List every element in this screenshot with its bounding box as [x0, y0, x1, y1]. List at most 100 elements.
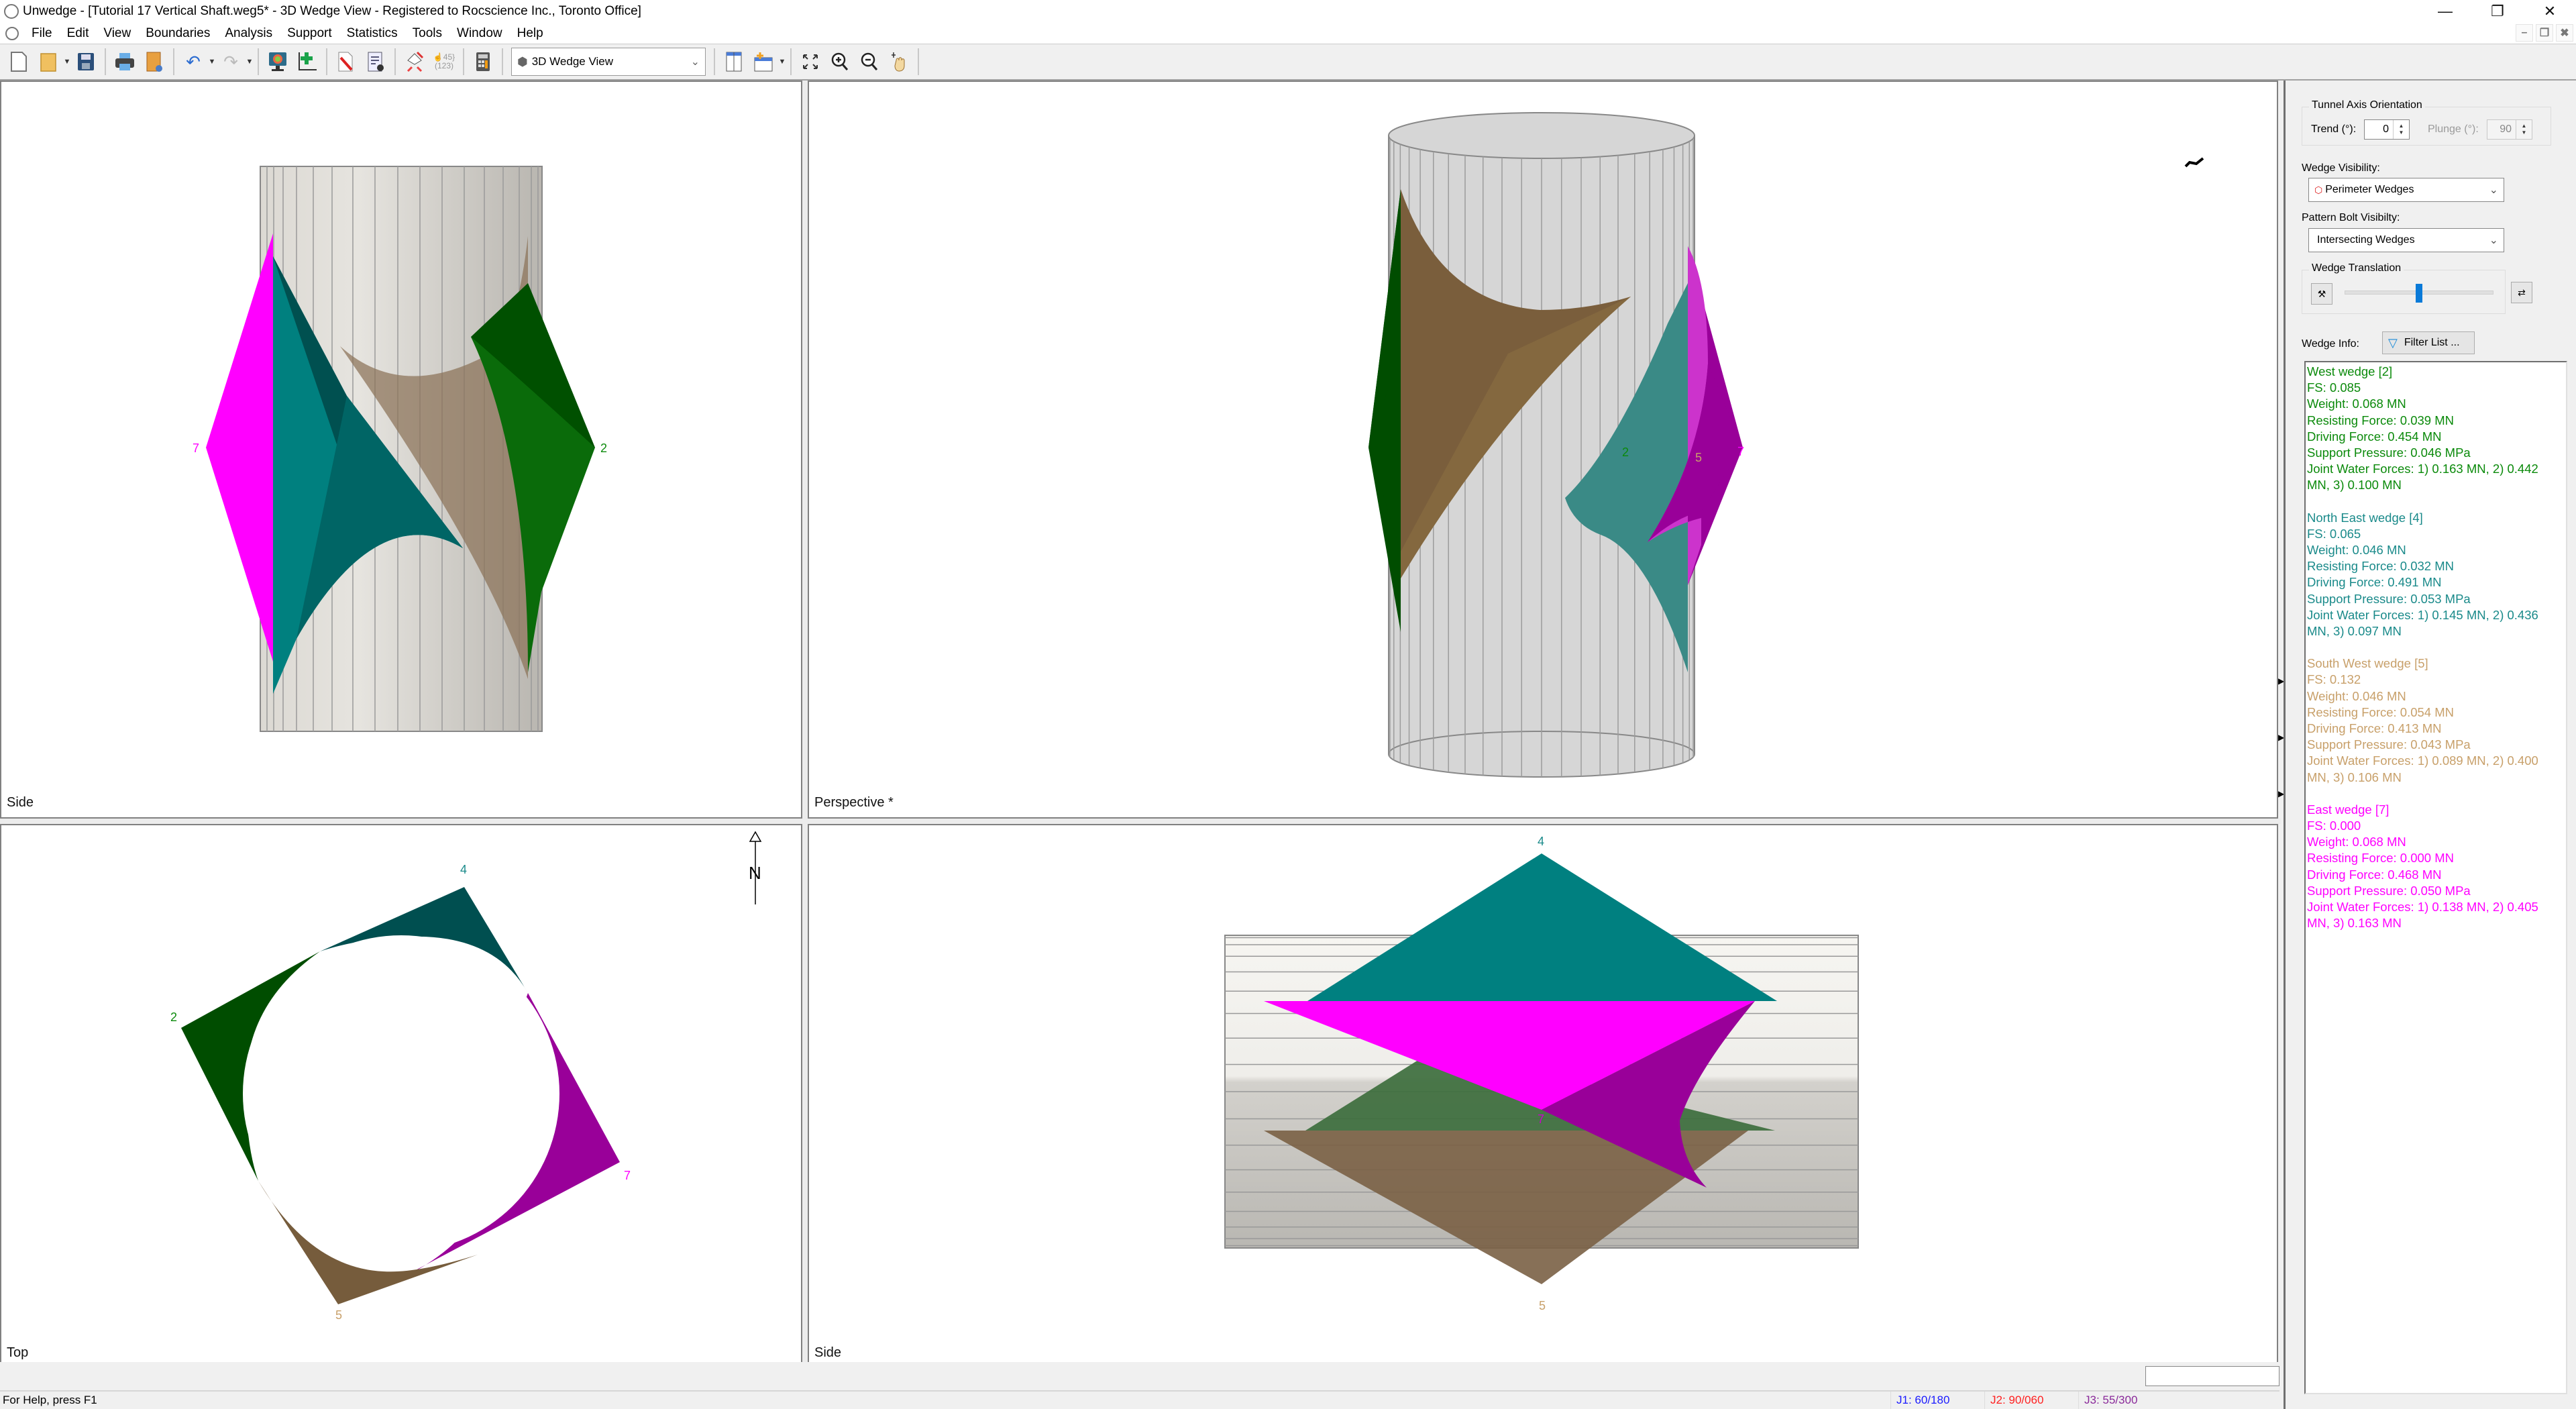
chevron-down-icon: ⌄: [2489, 185, 2498, 196]
reset-translation-button[interactable]: ⚒: [2311, 283, 2332, 305]
joint-2-orientation: J2: 90/060: [1984, 1392, 2078, 1409]
pan-button[interactable]: [884, 47, 914, 76]
wedge-info-title: West wedge [2]: [2307, 364, 2393, 378]
zoom-out-button[interactable]: [855, 47, 884, 76]
spin-arrows-icon: ▲ ▼: [2516, 120, 2532, 139]
undo-dropdown-arrow[interactable]: ▼: [208, 58, 216, 66]
perspective-view[interactable]: 2 7 5 Perspective *: [808, 81, 2278, 819]
side-view-bottom-right[interactable]: 4 5 7 Side: [808, 824, 2278, 1369]
zoom-extents-button[interactable]: [796, 47, 825, 76]
edit-input-button[interactable]: [331, 47, 361, 76]
restore-button[interactable]: ❐: [2471, 0, 2524, 23]
wedge-5-label: 5: [1695, 451, 1702, 464]
wedge-translation-title: Wedge Translation: [2309, 262, 2404, 274]
wedge-7-shape: [206, 233, 273, 662]
export-button[interactable]: [140, 47, 169, 76]
menu-statistics[interactable]: Statistics: [339, 26, 405, 41]
new-view-dropdown-arrow[interactable]: ▼: [778, 58, 786, 66]
filter-icon: ▽: [2388, 335, 2398, 350]
close-button[interactable]: ✕: [2524, 0, 2576, 23]
tile-vertical-icon: [726, 52, 742, 72]
new-file-icon: [11, 52, 27, 72]
progress-box: [2145, 1366, 2279, 1386]
redo-dropdown-arrow[interactable]: ▼: [246, 58, 254, 66]
wedge-info-line: Support Pressure: 0.046 MPa: [2307, 446, 2471, 460]
animate-translation-button[interactable]: ⇄: [2511, 282, 2532, 303]
print-button[interactable]: [110, 47, 140, 76]
vertical-view-splitter[interactable]: [802, 81, 808, 1369]
joint-1-orientation: J1: 60/180: [1890, 1392, 1984, 1409]
menu-analysis[interactable]: Analysis: [217, 26, 280, 41]
wedge-info-entry[interactable]: North East wedge [4] FS: 0.065 Weight: 0.0…: [2307, 510, 2565, 640]
wedge-info-list[interactable]: West wedge [2] FS: 0.085 Weight: 0.068 MN R…: [2304, 361, 2567, 1394]
wedge-info-line: Weight: 0.046 MN: [2307, 543, 2406, 558]
wedge-info-entry[interactable]: West wedge [2] FS: 0.085 Weight: 0.068 MN R…: [2307, 364, 2565, 494]
north-label: N: [749, 863, 761, 883]
wedge-visibility-select[interactable]: ⬡ Perimeter Wedges ⌄: [2308, 178, 2504, 202]
view-selector[interactable]: ⬢ 3D Wedge View ⌄: [511, 48, 706, 76]
zoom-in-button[interactable]: [825, 47, 855, 76]
menu-bar: File Edit View Boundaries Analysis Suppo…: [0, 23, 2576, 44]
wedge-info-entry[interactable]: South West wedge [5] FS: 0.132 Weight: 0.0…: [2307, 656, 2565, 786]
top-view[interactable]: 4 2 7 5 N Top: [0, 824, 802, 1369]
chevron-down-icon: ⌄: [690, 56, 700, 68]
menu-support[interactable]: Support: [280, 26, 339, 41]
doc-restore-button[interactable]: ❐: [2536, 24, 2553, 42]
wedge-info-line: Driving Force: 0.413 MN: [2307, 721, 2442, 736]
compute-button[interactable]: [400, 47, 429, 76]
horizontal-view-splitter[interactable]: [0, 819, 2281, 824]
pattern-bolt-visibility-select[interactable]: Intersecting Wedges ⌄: [2308, 228, 2504, 252]
doc-minimize-button[interactable]: –: [2516, 24, 2533, 42]
wedge-2-label: 2: [1622, 446, 1629, 459]
spin-arrows-icon[interactable]: ▲ ▼: [2393, 120, 2409, 139]
tile-vertical-button[interactable]: [719, 47, 749, 76]
wedge-info-label: Wedge Info:: [2302, 338, 2359, 350]
toolbar-separator: [463, 48, 464, 75]
wedge-info-line: Joint Water Forces: 1) 0.145 MN, 2) 0.43…: [2307, 607, 2538, 622]
document-icon[interactable]: [5, 26, 19, 40]
doc-close-button[interactable]: ✖: [2556, 24, 2573, 42]
wedge-info-line: MN, 3) 0.097 MN: [2307, 624, 2402, 639]
minimize-button[interactable]: —: [2419, 0, 2471, 23]
menu-tools[interactable]: Tools: [405, 26, 449, 41]
trend-input[interactable]: 0 ▲ ▼: [2364, 119, 2410, 140]
toolbar-separator: [326, 48, 327, 75]
open-dropdown-arrow[interactable]: ▼: [63, 58, 71, 66]
plunge-label: Plunge (°):: [2428, 123, 2479, 135]
new-view-button[interactable]: [749, 47, 778, 76]
view-selector-value: 3D Wedge View: [531, 55, 613, 68]
menu-window[interactable]: Window: [449, 26, 510, 41]
trend-label: Trend (°):: [2311, 123, 2357, 135]
slider-thumb[interactable]: [2416, 284, 2422, 303]
toolbar-separator: [714, 48, 715, 75]
wedge-info-line: Weight: 0.068 MN: [2307, 397, 2406, 411]
menu-boundaries[interactable]: Boundaries: [138, 26, 217, 41]
toolbar-separator: [790, 48, 792, 75]
menu-edit[interactable]: Edit: [60, 26, 97, 41]
open-button[interactable]: [34, 47, 63, 76]
filter-list-button[interactable]: ▽ Filter List ...: [2382, 331, 2475, 354]
wedge-info-line: Weight: 0.068 MN: [2307, 835, 2406, 849]
wedge-info-line: Joint Water Forces: 1) 0.163 MN, 2) 0.44…: [2307, 462, 2538, 476]
calculator-button[interactable]: [468, 47, 498, 76]
wedge-4-label: 4: [1538, 835, 1544, 848]
number-labels-button[interactable]: ☝45} (123): [429, 47, 459, 76]
new-file-button[interactable]: [4, 47, 34, 76]
menu-view[interactable]: View: [96, 26, 138, 41]
wedge-info-entry[interactable]: East wedge [7] FS: 0.000 Weight: 0.068 MN R…: [2307, 802, 2565, 932]
project-settings-button[interactable]: [361, 47, 390, 76]
menu-file[interactable]: File: [24, 26, 60, 41]
menu-help[interactable]: Help: [510, 26, 551, 41]
undo-button[interactable]: ↶: [178, 47, 208, 76]
window-title: Unwedge - [Tutorial 17 Vertical Shaft.we…: [23, 4, 641, 18]
side-view-2-canvas: 4 5 7: [1224, 835, 1859, 1312]
chevron-down-icon: ⌄: [2489, 235, 2498, 246]
save-button[interactable]: [71, 47, 101, 76]
cylinder-top-rim: [1388, 112, 1695, 159]
display-options-button[interactable]: [263, 47, 292, 76]
bottom-scroll-area: [0, 1362, 2279, 1389]
redo-button[interactable]: ↷: [216, 47, 246, 76]
document-gear-icon: [368, 52, 384, 72]
add-joint-button[interactable]: [292, 47, 322, 76]
side-view-top-left[interactable]: 7 2 Side: [0, 81, 802, 819]
